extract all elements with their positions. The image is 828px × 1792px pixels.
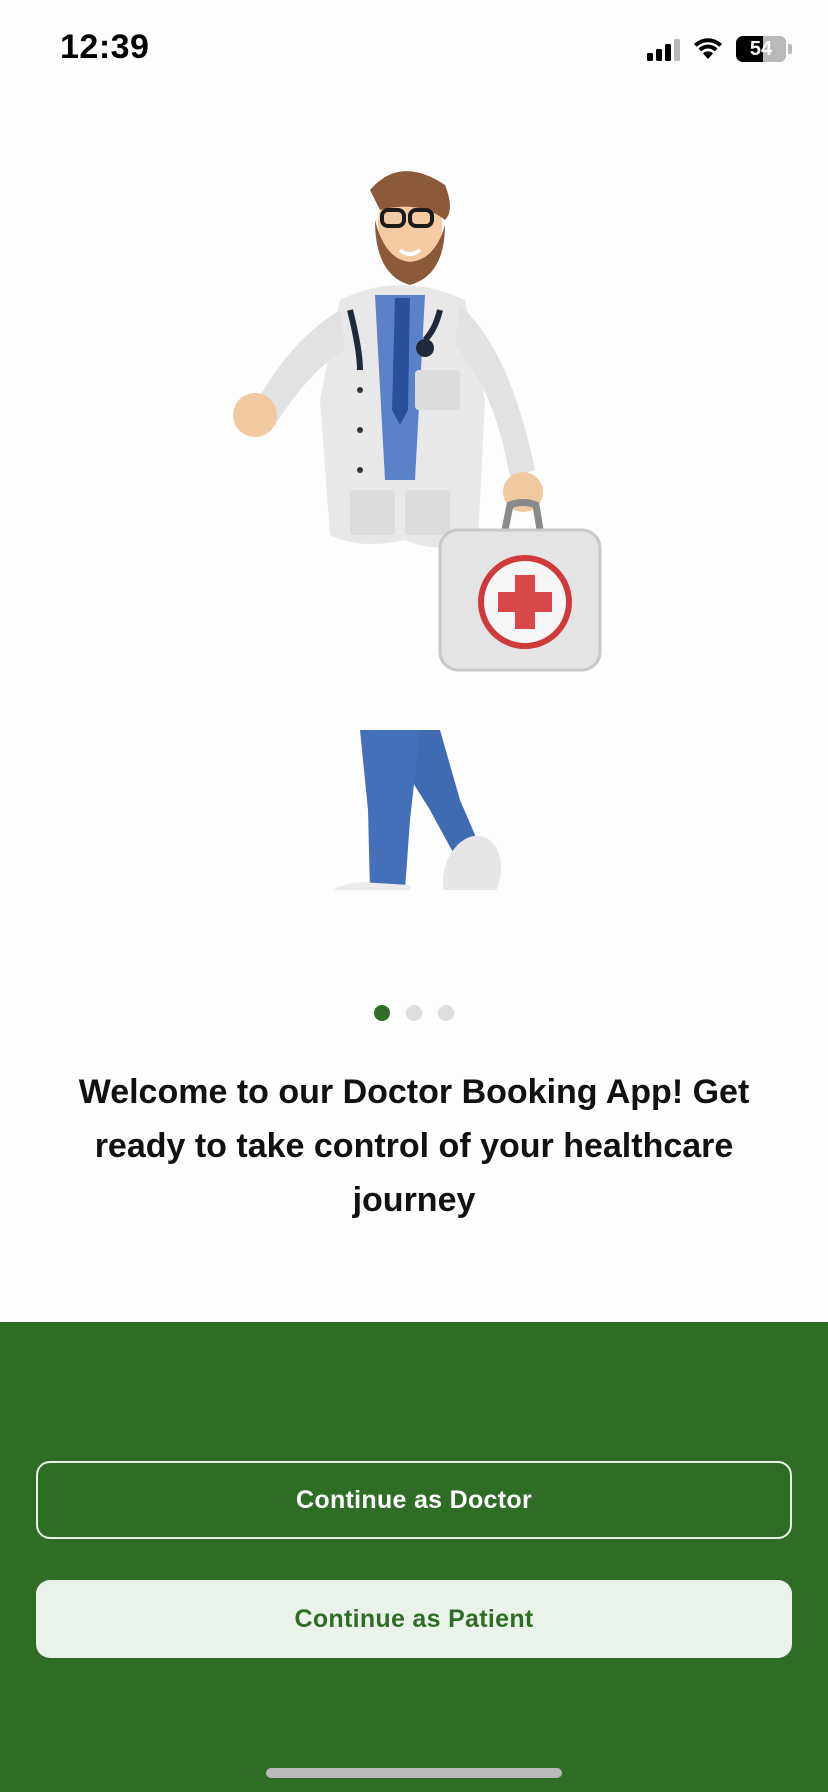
page-dot-3[interactable]: [438, 1005, 454, 1021]
status-time: 12:39: [60, 28, 150, 66]
status-bar: 12:39 54: [0, 0, 828, 100]
bottom-action-panel: Continue as Doctor Continue as Patient: [0, 1322, 828, 1792]
wifi-icon: [694, 38, 722, 59]
battery-level: 54: [749, 37, 773, 60]
signal-icon: [647, 37, 680, 61]
welcome-text: Welcome to our Doctor Booking App! Get r…: [78, 1073, 750, 1219]
status-icons: 54: [647, 34, 792, 64]
page-indicator: [0, 1005, 828, 1021]
home-indicator[interactable]: [266, 1768, 562, 1778]
continue-as-patient-button[interactable]: Continue as Patient: [36, 1580, 792, 1658]
page-dot-2[interactable]: [406, 1005, 422, 1021]
page-dot-1[interactable]: [374, 1005, 390, 1021]
battery-icon: 54: [736, 36, 786, 62]
continue-as-doctor-button[interactable]: Continue as Doctor: [36, 1461, 792, 1539]
doctor-illustration: [210, 170, 670, 920]
